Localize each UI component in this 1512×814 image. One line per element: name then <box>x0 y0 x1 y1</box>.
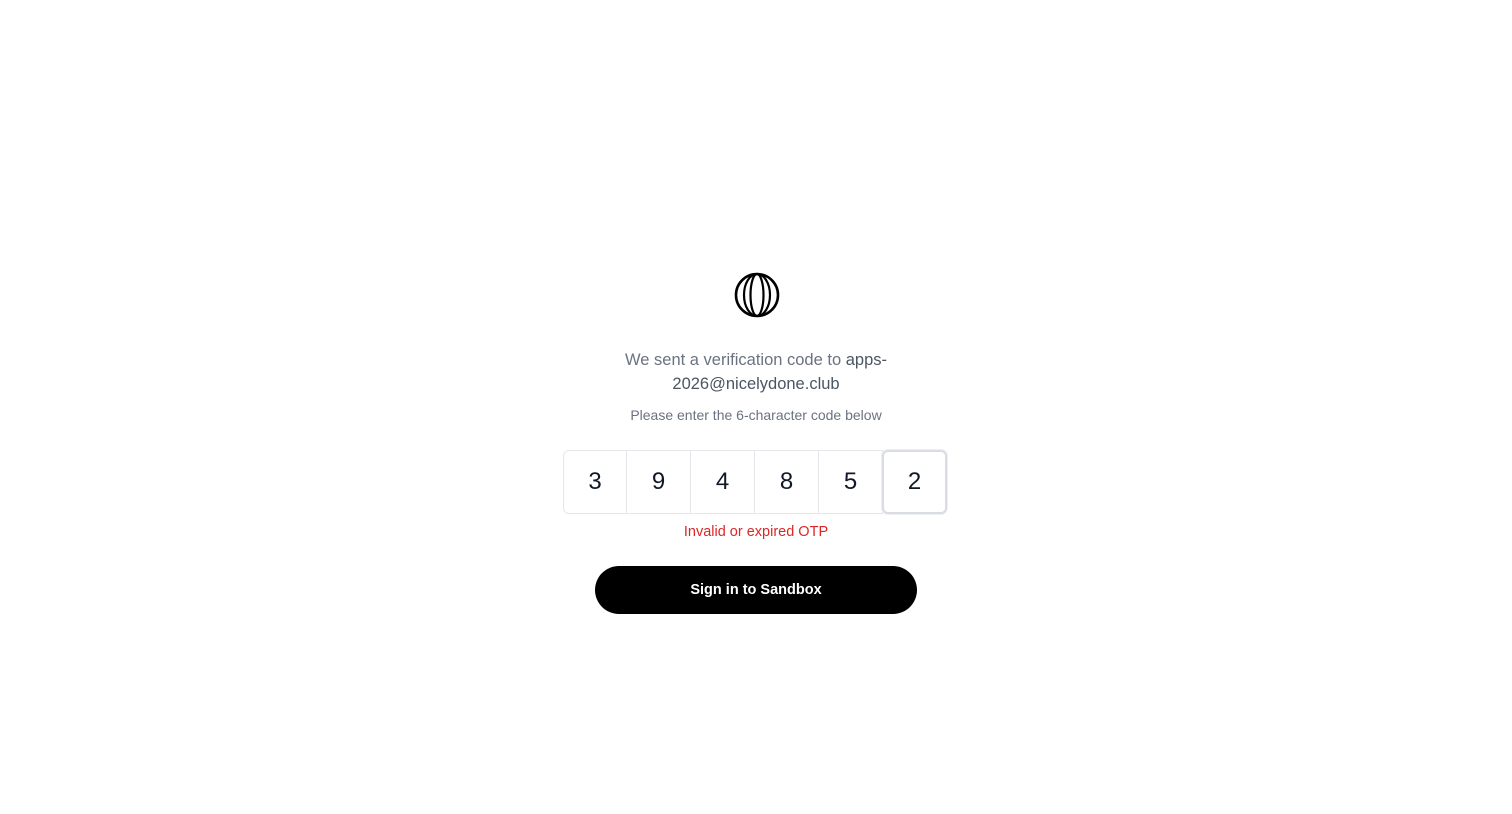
otp-digit-input-5[interactable]: 5 <box>819 450 883 514</box>
otp-error-message: Invalid or expired OTP <box>683 524 829 540</box>
otp-input-group: 3 9 4 8 5 2 <box>563 450 947 514</box>
globe-logo-icon <box>733 271 781 319</box>
otp-digit-input-1[interactable]: 3 <box>563 450 627 514</box>
verification-message: We sent a verification code to apps-2026… <box>556 348 956 396</box>
sign-in-button[interactable]: Sign in to Sandbox <box>595 566 917 614</box>
otp-digit-input-3[interactable]: 4 <box>691 450 755 514</box>
code-instruction: Please enter the 6-character code below <box>630 407 882 423</box>
otp-digit-input-4[interactable]: 8 <box>755 450 819 514</box>
otp-digit-input-6[interactable]: 2 <box>882 450 947 514</box>
login-page: We sent a verification code to apps-2026… <box>0 0 1512 814</box>
otp-digit-input-2[interactable]: 9 <box>627 450 691 514</box>
verification-message-text: We sent a verification code to <box>624 351 846 369</box>
